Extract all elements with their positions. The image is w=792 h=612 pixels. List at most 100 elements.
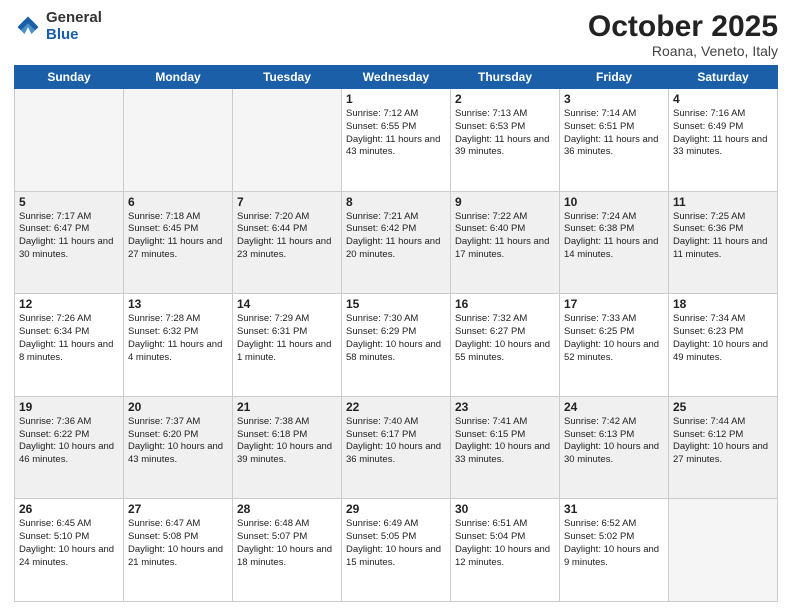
calendar-cell: 28Sunrise: 6:48 AM Sunset: 5:07 PM Dayli… xyxy=(233,499,342,602)
calendar-cell xyxy=(233,89,342,192)
cell-text: Sunrise: 7:36 AM Sunset: 6:22 PM Dayligh… xyxy=(19,416,119,467)
calendar-cell: 27Sunrise: 6:47 AM Sunset: 5:08 PM Dayli… xyxy=(124,499,233,602)
day-number: 3 xyxy=(564,92,664,106)
week-row-0: 1Sunrise: 7:12 AM Sunset: 6:55 PM Daylig… xyxy=(15,89,778,192)
cell-text: Sunrise: 7:37 AM Sunset: 6:20 PM Dayligh… xyxy=(128,416,228,467)
cell-text: Sunrise: 7:17 AM Sunset: 6:47 PM Dayligh… xyxy=(19,211,119,262)
day-number: 27 xyxy=(128,502,228,516)
day-number: 13 xyxy=(128,297,228,311)
logo: General Blue xyxy=(14,10,102,43)
day-number: 10 xyxy=(564,195,664,209)
cell-text: Sunrise: 7:21 AM Sunset: 6:42 PM Dayligh… xyxy=(346,211,446,262)
title-block: October 2025 Roana, Veneto, Italy xyxy=(588,10,778,59)
calendar-cell: 18 Sunrise: 7:34 AM Sunset: 6:23 PM Dayli… xyxy=(669,294,778,397)
calendar-cell: 23 Sunrise: 7:41 AM Sunset: 6:15 PM Dayli… xyxy=(451,396,560,499)
day-number: 21 xyxy=(237,400,337,414)
weekday-friday: Friday xyxy=(560,66,669,89)
calendar-cell: 12 Sunrise: 7:26 AM Sunset: 6:34 PM Dayli… xyxy=(15,294,124,397)
day-number: 30 xyxy=(455,502,555,516)
month-title: October 2025 xyxy=(588,10,778,43)
calendar-cell: 16 Sunrise: 7:32 AM Sunset: 6:27 PM Dayli… xyxy=(451,294,560,397)
cell-text: Sunrise: 7:12 AM Sunset: 6:55 PM Dayligh… xyxy=(346,108,446,159)
calendar-cell: 15 Sunrise: 7:30 AM Sunset: 6:29 PM Dayli… xyxy=(342,294,451,397)
header: General Blue October 2025 Roana, Veneto,… xyxy=(14,10,778,59)
calendar-cell: 30 Sunrise: 6:51 AM Sunset: 5:04 PM Dayli… xyxy=(451,499,560,602)
cell-text: Sunrise: 6:52 AM Sunset: 5:02 PM Dayligh… xyxy=(564,518,664,569)
cell-text: Sunrise: 7:34 AM Sunset: 6:23 PM Dayligh… xyxy=(673,313,773,364)
cell-text: Sunrise: 6:51 AM Sunset: 5:04 PM Dayligh… xyxy=(455,518,555,569)
logo-blue: Blue xyxy=(46,27,102,44)
page: General Blue October 2025 Roana, Veneto,… xyxy=(0,0,792,612)
calendar-cell: 17 Sunrise: 7:33 AM Sunset: 6:25 PM Dayli… xyxy=(560,294,669,397)
calendar-body: 1Sunrise: 7:12 AM Sunset: 6:55 PM Daylig… xyxy=(15,89,778,602)
cell-text: Sunrise: 7:32 AM Sunset: 6:27 PM Dayligh… xyxy=(455,313,555,364)
day-number: 2 xyxy=(455,92,555,106)
day-number: 5 xyxy=(19,195,119,209)
calendar-cell xyxy=(669,499,778,602)
cell-text: Sunrise: 7:33 AM Sunset: 6:25 PM Dayligh… xyxy=(564,313,664,364)
day-number: 17 xyxy=(564,297,664,311)
calendar-cell: 8Sunrise: 7:21 AM Sunset: 6:42 PM Daylig… xyxy=(342,191,451,294)
calendar-cell: 1Sunrise: 7:12 AM Sunset: 6:55 PM Daylig… xyxy=(342,89,451,192)
calendar-cell xyxy=(15,89,124,192)
day-number: 18 xyxy=(673,297,773,311)
calendar-cell: 24 Sunrise: 7:42 AM Sunset: 6:13 PM Dayli… xyxy=(560,396,669,499)
cell-text: Sunrise: 7:38 AM Sunset: 6:18 PM Dayligh… xyxy=(237,416,337,467)
cell-text: Sunrise: 7:28 AM Sunset: 6:32 PM Dayligh… xyxy=(128,313,228,364)
calendar-cell: 10Sunrise: 7:24 AM Sunset: 6:38 PM Dayli… xyxy=(560,191,669,294)
cell-text: Sunrise: 7:41 AM Sunset: 6:15 PM Dayligh… xyxy=(455,416,555,467)
calendar-cell: 25 Sunrise: 7:44 AM Sunset: 6:12 PM Dayli… xyxy=(669,396,778,499)
calendar-cell: 20Sunrise: 7:37 AM Sunset: 6:20 PM Dayli… xyxy=(124,396,233,499)
day-number: 9 xyxy=(455,195,555,209)
week-row-2: 12 Sunrise: 7:26 AM Sunset: 6:34 PM Dayli… xyxy=(15,294,778,397)
cell-text: Sunrise: 6:48 AM Sunset: 5:07 PM Dayligh… xyxy=(237,518,337,569)
weekday-saturday: Saturday xyxy=(669,66,778,89)
day-number: 19 xyxy=(19,400,119,414)
week-row-4: 26Sunrise: 6:45 AM Sunset: 5:10 PM Dayli… xyxy=(15,499,778,602)
cell-text: Sunrise: 7:25 AM Sunset: 6:36 PM Dayligh… xyxy=(673,211,773,262)
calendar-cell xyxy=(124,89,233,192)
calendar-cell: 29Sunrise: 6:49 AM Sunset: 5:05 PM Dayli… xyxy=(342,499,451,602)
calendar-cell: 7Sunrise: 7:20 AM Sunset: 6:44 PM Daylig… xyxy=(233,191,342,294)
day-number: 7 xyxy=(237,195,337,209)
cell-text: Sunrise: 6:49 AM Sunset: 5:05 PM Dayligh… xyxy=(346,518,446,569)
cell-text: Sunrise: 6:45 AM Sunset: 5:10 PM Dayligh… xyxy=(19,518,119,569)
cell-text: Sunrise: 7:42 AM Sunset: 6:13 PM Dayligh… xyxy=(564,416,664,467)
cell-text: Sunrise: 7:26 AM Sunset: 6:34 PM Dayligh… xyxy=(19,313,119,364)
calendar-cell: 5 Sunrise: 7:17 AM Sunset: 6:47 PM Daylig… xyxy=(15,191,124,294)
weekday-thursday: Thursday xyxy=(451,66,560,89)
day-number: 14 xyxy=(237,297,337,311)
weekday-monday: Monday xyxy=(124,66,233,89)
calendar-cell: 4Sunrise: 7:16 AM Sunset: 6:49 PM Daylig… xyxy=(669,89,778,192)
day-number: 12 xyxy=(19,297,119,311)
calendar: SundayMondayTuesdayWednesdayThursdayFrid… xyxy=(14,65,778,602)
day-number: 25 xyxy=(673,400,773,414)
cell-text: Sunrise: 7:44 AM Sunset: 6:12 PM Dayligh… xyxy=(673,416,773,467)
calendar-cell: 22Sunrise: 7:40 AM Sunset: 6:17 PM Dayli… xyxy=(342,396,451,499)
cell-text: Sunrise: 7:22 AM Sunset: 6:40 PM Dayligh… xyxy=(455,211,555,262)
weekday-wednesday: Wednesday xyxy=(342,66,451,89)
cell-text: Sunrise: 7:18 AM Sunset: 6:45 PM Dayligh… xyxy=(128,211,228,262)
calendar-cell: 11 Sunrise: 7:25 AM Sunset: 6:36 PM Dayli… xyxy=(669,191,778,294)
day-number: 4 xyxy=(673,92,773,106)
day-number: 15 xyxy=(346,297,446,311)
location: Roana, Veneto, Italy xyxy=(588,43,778,59)
calendar-cell: 19 Sunrise: 7:36 AM Sunset: 6:22 PM Dayli… xyxy=(15,396,124,499)
calendar-cell: 14Sunrise: 7:29 AM Sunset: 6:31 PM Dayli… xyxy=(233,294,342,397)
calendar-cell: 31Sunrise: 6:52 AM Sunset: 5:02 PM Dayli… xyxy=(560,499,669,602)
weekday-sunday: Sunday xyxy=(15,66,124,89)
calendar-cell: 6Sunrise: 7:18 AM Sunset: 6:45 PM Daylig… xyxy=(124,191,233,294)
logo-general: General xyxy=(46,10,102,27)
calendar-cell: 9 Sunrise: 7:22 AM Sunset: 6:40 PM Daylig… xyxy=(451,191,560,294)
week-row-3: 19 Sunrise: 7:36 AM Sunset: 6:22 PM Dayli… xyxy=(15,396,778,499)
day-number: 23 xyxy=(455,400,555,414)
day-number: 16 xyxy=(455,297,555,311)
day-number: 11 xyxy=(673,195,773,209)
cell-text: Sunrise: 7:30 AM Sunset: 6:29 PM Dayligh… xyxy=(346,313,446,364)
weekday-tuesday: Tuesday xyxy=(233,66,342,89)
logo-text: General Blue xyxy=(46,10,102,43)
calendar-cell: 26Sunrise: 6:45 AM Sunset: 5:10 PM Dayli… xyxy=(15,499,124,602)
calendar-cell: 13 Sunrise: 7:28 AM Sunset: 6:32 PM Dayli… xyxy=(124,294,233,397)
calendar-cell: 21 Sunrise: 7:38 AM Sunset: 6:18 PM Dayli… xyxy=(233,396,342,499)
day-number: 24 xyxy=(564,400,664,414)
